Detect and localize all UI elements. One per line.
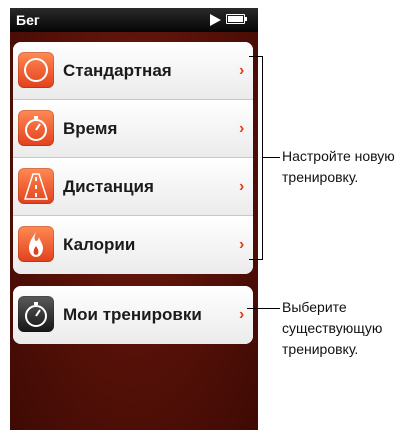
road-icon: [18, 168, 54, 204]
callout-line: Выберите: [282, 299, 347, 315]
workout-type-list: Стандартная › Время › Дистанция › Калори…: [13, 42, 253, 274]
device-screen: Бег Стандартная › Время › Дистанция › Ка…: [10, 8, 258, 430]
menu-item-label: Стандартная: [63, 61, 172, 80]
menu-item-label: Время: [63, 119, 118, 138]
callout-existing-workout: Выберите существующую тренировку.: [282, 297, 382, 360]
chevron-right-icon: ›: [239, 178, 245, 195]
callout-line: тренировку.: [282, 169, 359, 185]
menu-item-time[interactable]: Время ›: [13, 100, 253, 158]
callout-bracket: [249, 259, 263, 260]
callout-bracket: [249, 56, 263, 57]
chevron-right-icon: ›: [239, 120, 245, 137]
menu-item-label: Мои тренировки: [63, 305, 202, 324]
callout-leader: [247, 308, 280, 309]
menu-item-label: Калории: [63, 235, 136, 254]
my-workouts-list: Мои тренировки ›: [13, 286, 253, 344]
callout-line: Настройте новую: [282, 148, 395, 164]
menu-item-distance[interactable]: Дистанция ›: [13, 158, 253, 216]
screen-title: Бег: [16, 12, 40, 28]
stopwatch-icon: [18, 110, 54, 146]
menu-item-standard[interactable]: Стандартная ›: [13, 42, 253, 100]
callout-new-workout: Настройте новую тренировку.: [282, 146, 395, 188]
stopwatch-icon: [18, 296, 54, 332]
callout-line: тренировку.: [282, 341, 359, 357]
callout-bracket: [262, 56, 263, 260]
status-bar: Бег: [10, 8, 258, 32]
chevron-right-icon: ›: [239, 306, 245, 323]
menu-item-label: Дистанция: [63, 177, 154, 196]
flame-icon: [18, 226, 54, 262]
menu-item-my-workouts[interactable]: Мои тренировки ›: [13, 286, 253, 344]
play-icon: [210, 14, 221, 26]
battery-icon: [226, 14, 247, 24]
menu-item-calories[interactable]: Калории ›: [13, 216, 253, 274]
circle-icon: [18, 52, 54, 88]
chevron-right-icon: ›: [239, 62, 245, 79]
callout-line: существующую: [282, 320, 383, 336]
chevron-right-icon: ›: [239, 236, 245, 253]
callout-leader: [262, 157, 280, 158]
